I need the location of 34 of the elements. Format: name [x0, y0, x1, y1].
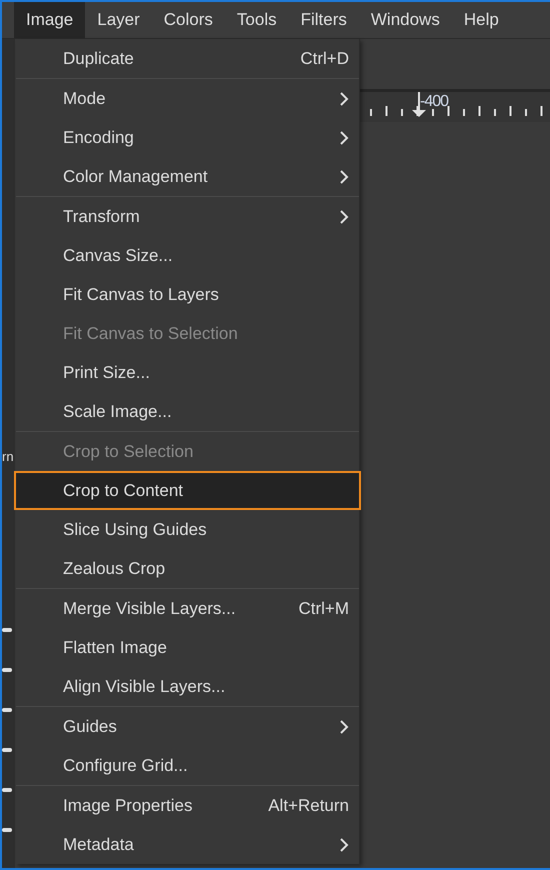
menu-item[interactable]: Align Visible Layers...: [14, 667, 361, 706]
chevron-right-icon: [339, 718, 349, 734]
menu-item[interactable]: Zealous Crop: [14, 549, 361, 588]
menu-item[interactable]: Metadata: [14, 825, 361, 864]
menu-item[interactable]: Scale Image...: [14, 392, 361, 431]
chevron-right-icon: [339, 208, 349, 224]
menu-item[interactable]: Mode: [14, 79, 361, 118]
ruler-label: -400: [420, 93, 448, 111]
menu-bar-item[interactable]: Colors: [152, 2, 225, 38]
menu-item[interactable]: Slice Using Guides: [14, 510, 361, 549]
menu-item[interactable]: Crop to Content: [14, 471, 361, 510]
menu-item[interactable]: Configure Grid...: [14, 746, 361, 785]
chevron-right-icon: [339, 168, 349, 184]
panel-label: rn: [2, 449, 14, 464]
menu-bar-item[interactable]: Layer: [85, 2, 152, 38]
menu-item[interactable]: Duplicate Ctrl+D: [14, 39, 361, 78]
chevron-right-icon: [339, 90, 349, 106]
chevron-right-icon: [339, 130, 349, 146]
menu-item[interactable]: Guides: [14, 707, 361, 746]
menu-item[interactable]: Merge Visible Layers... Ctrl+M: [14, 589, 361, 628]
menu-item[interactable]: Transform: [14, 197, 361, 236]
menu-bar-item[interactable]: Filters: [288, 2, 359, 38]
menu-item[interactable]: Print Size...: [14, 353, 361, 392]
menu-item[interactable]: Fit Canvas to Layers: [14, 275, 361, 314]
chevron-right-icon: [339, 836, 349, 852]
menu-bar-item[interactable]: Help: [452, 2, 511, 38]
menu-item[interactable]: Flatten Image: [14, 628, 361, 667]
menu-item[interactable]: Encoding: [14, 118, 361, 157]
menu-item[interactable]: Color Management: [14, 157, 361, 196]
menu-bar-item[interactable]: Tools: [224, 2, 289, 38]
menu-item[interactable]: Canvas Size...: [14, 236, 361, 275]
menu-item[interactable]: Image Properties Alt+Return: [14, 786, 361, 825]
menu-bar-item[interactable]: Image: [14, 2, 86, 38]
menu-bar-item[interactable]: Windows: [358, 2, 452, 38]
